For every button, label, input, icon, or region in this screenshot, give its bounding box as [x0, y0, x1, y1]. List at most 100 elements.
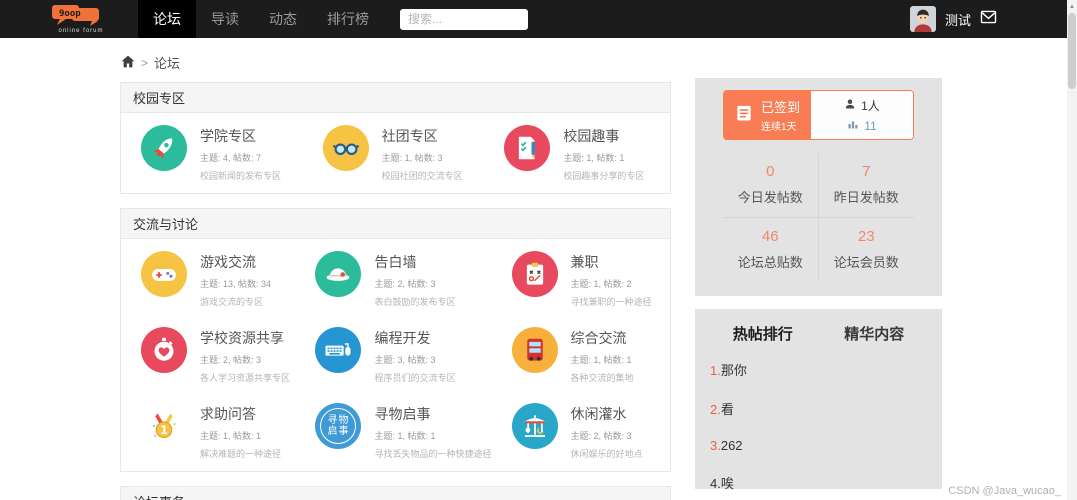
main-nav: 论坛 导读 动态 排行榜 — [138, 0, 384, 38]
signin-button[interactable]: 已签到 连续1天 — [724, 91, 811, 139]
scroll-thumb[interactable] — [1068, 13, 1076, 89]
medal-icon: 1 — [141, 403, 187, 449]
site-logo[interactable]: 9oop online forum — [46, 4, 116, 34]
clipboard-icon — [511, 251, 558, 297]
svg-text:9oop: 9oop — [59, 9, 81, 19]
forum-title[interactable]: 编程开发 — [374, 328, 455, 348]
forum-item[interactable]: 游戏交流 主题: 13, 帖数: 34 游戏交流的专区 — [125, 241, 299, 317]
gamepad-icon — [141, 251, 187, 297]
forum-item[interactable]: 校园趣事 主题: 1, 帖数: 1 校园趣事分享的专区 — [488, 115, 670, 191]
glasses-icon — [322, 125, 369, 171]
hat-icon — [315, 251, 362, 297]
forum-title[interactable]: 综合交流 — [571, 328, 634, 348]
bus-icon — [511, 327, 558, 373]
signin-panel: 已签到 连续1天 1人 11 0 今日发帖数 7 昨日发帖数 46 论坛总贴数 … — [695, 78, 942, 296]
breadcrumb-separator: > — [141, 55, 149, 70]
username[interactable]: 测试 — [945, 10, 971, 29]
forum-stats: 主题: 1, 帖数: 2 — [570, 279, 632, 289]
nav-item[interactable]: 导读 — [196, 0, 254, 38]
forum-stats: 主题: 1, 帖数: 3 — [381, 153, 443, 163]
panel-tab[interactable]: 热帖排行 — [707, 323, 819, 344]
nav-item[interactable]: 动态 — [254, 0, 312, 38]
stat-cell: 46 论坛总贴数 — [723, 218, 819, 282]
forum-desc: 校园新闻的发布专区 — [200, 171, 282, 181]
forum-item[interactable]: 社团专区 主题: 1, 帖数: 3 校园社团的交流专区 — [307, 115, 489, 191]
forum-desc: 寻找兼职的一种途径 — [570, 297, 652, 307]
stat-label: 今日发帖数 — [737, 190, 803, 205]
forum-item[interactable]: 学院专区 主题: 4, 帖数: 7 校园新闻的发布专区 — [125, 115, 307, 191]
stat-cell: 23 论坛会员数 — [819, 218, 915, 282]
forum-title[interactable]: 告白墙 — [374, 252, 455, 272]
item-rank: 3. — [710, 438, 721, 453]
forum-desc: 表白鼓励的发布专区 — [374, 297, 456, 307]
hot-posts-list: 1.那你 2.看 3.262 4.唉 — [707, 360, 930, 492]
rocket-icon — [141, 125, 187, 171]
seal-icon: 寻物 启事 — [315, 403, 362, 449]
item-text: 唉 — [720, 476, 734, 491]
search-input[interactable] — [400, 8, 528, 30]
forum-title[interactable]: 寻物启事 — [374, 404, 491, 424]
forum-title[interactable]: 游戏交流 — [200, 252, 271, 272]
signin-label: 已签到 — [761, 100, 801, 115]
list-item[interactable]: 4.唉 — [710, 473, 930, 492]
forum-stats: 主题: 3, 帖数: 3 — [374, 355, 436, 365]
forum-stats: 主题: 13, 帖数: 34 — [200, 279, 272, 289]
signin-sublabel: 连续1天 — [761, 122, 797, 133]
scrollbar[interactable]: ▲ — [1067, 0, 1077, 500]
forum-item[interactable]: 编程开发 主题: 3, 帖数: 3 程序员们的交流专区 — [299, 317, 495, 393]
forum-stats: 主题: 1, 帖数: 1 — [563, 153, 625, 163]
mail-icon[interactable] — [980, 10, 997, 29]
checklist-icon — [504, 125, 551, 171]
calendar-icon — [734, 103, 754, 128]
forum-stats: 主题: 2, 帖数: 3 — [374, 279, 436, 289]
forum-item[interactable]: 休闲灌水 主题: 2, 帖数: 3 休闲娱乐的好地点 — [496, 393, 671, 469]
forum-item[interactable]: 综合交流 主题: 1, 帖数: 1 各种交流的集地 — [496, 317, 671, 393]
logo-subtext: online forum — [58, 28, 104, 34]
forum-title[interactable]: 兼职 — [571, 252, 652, 272]
forum-item[interactable]: 学校资源共享 主题: 2, 帖数: 3 各人学习资源共享专区 — [125, 317, 299, 393]
forum-desc: 游戏交流的专区 — [200, 297, 264, 307]
forum-item[interactable]: 兼职 主题: 1, 帖数: 2 寻找兼职的一种途径 — [496, 241, 671, 317]
item-rank: 1. — [710, 363, 721, 378]
hot-posts-panel: 热帖排行 精华内容 1.那你 2.看 3.262 4.唉 — [695, 309, 942, 492]
forum-stats: 主题: 1, 帖数: 1 — [200, 431, 262, 441]
forum-stats: 主题: 4, 帖数: 7 — [200, 153, 262, 163]
section-body: 游戏交流 主题: 13, 帖数: 34 游戏交流的专区 告白墙 主题: 2, 帖… — [121, 239, 670, 471]
forum-desc: 寻找丢失物品的一种快捷途径 — [374, 449, 492, 459]
forum-list: 校园专区 学院专区 主题: 4, 帖数: 7 校园新闻的发布专区 社团专区 主题… — [120, 82, 671, 500]
forum-title[interactable]: 学院专区 — [200, 126, 281, 146]
home-icon[interactable] — [121, 55, 135, 71]
stat-cell: 0 今日发帖数 — [723, 153, 819, 218]
forum-title[interactable]: 休闲灌水 — [571, 404, 643, 424]
signin-count: 11 — [864, 118, 877, 133]
forum-item[interactable]: 寻物 启事 寻物启事 主题: 1, 帖数: 1 寻找丢失物品的一种快捷途径 — [299, 393, 495, 469]
forum-section: 交流与讨论 游戏交流 主题: 13, 帖数: 34 游戏交流的专区 告白墙 主题… — [120, 208, 671, 472]
breadcrumb-current[interactable]: 论坛 — [154, 53, 180, 72]
nav-item[interactable]: 论坛 — [138, 0, 196, 38]
hot-panel-tabs: 热帖排行 精华内容 — [707, 323, 930, 344]
section-title: 交流与讨论 — [121, 209, 670, 239]
forum-title[interactable]: 学校资源共享 — [200, 328, 290, 348]
user-area: 测试 — [909, 6, 1067, 32]
item-text: 262 — [720, 438, 743, 453]
sidebar: 已签到 连续1天 1人 11 0 今日发帖数 7 昨日发帖数 46 论坛总贴数 … — [695, 78, 942, 500]
logo-icon: 9oop — [52, 5, 99, 26]
panel-tab[interactable]: 精华内容 — [819, 323, 931, 344]
avatar[interactable] — [909, 6, 936, 32]
list-item[interactable]: 3.262 — [710, 438, 930, 453]
breadcrumb: > 论坛 — [121, 53, 180, 72]
forum-title[interactable]: 校园趣事 — [563, 126, 644, 146]
forum-title[interactable]: 求助问答 — [200, 404, 281, 424]
forum-item[interactable]: 1 求助问答 主题: 1, 帖数: 1 解决难题的一种途径 — [125, 393, 299, 469]
list-item[interactable]: 1.那你 — [710, 360, 930, 379]
forum-title[interactable]: 社团专区 — [382, 126, 463, 146]
item-rank: 4. — [710, 476, 721, 491]
stat-value: 23 — [857, 228, 875, 245]
watermark: CSDN @Java_wucao_ — [948, 485, 1061, 497]
list-item[interactable]: 2.看 — [710, 399, 930, 418]
stat-label: 论坛会员数 — [833, 255, 899, 270]
forum-desc: 校园社团的交流专区 — [381, 171, 463, 181]
forum-item[interactable]: 告白墙 主题: 2, 帖数: 3 表白鼓励的发布专区 — [299, 241, 495, 317]
nav-item[interactable]: 排行榜 — [312, 0, 384, 38]
scroll-up-arrow[interactable]: ▲ — [1067, 0, 1077, 13]
